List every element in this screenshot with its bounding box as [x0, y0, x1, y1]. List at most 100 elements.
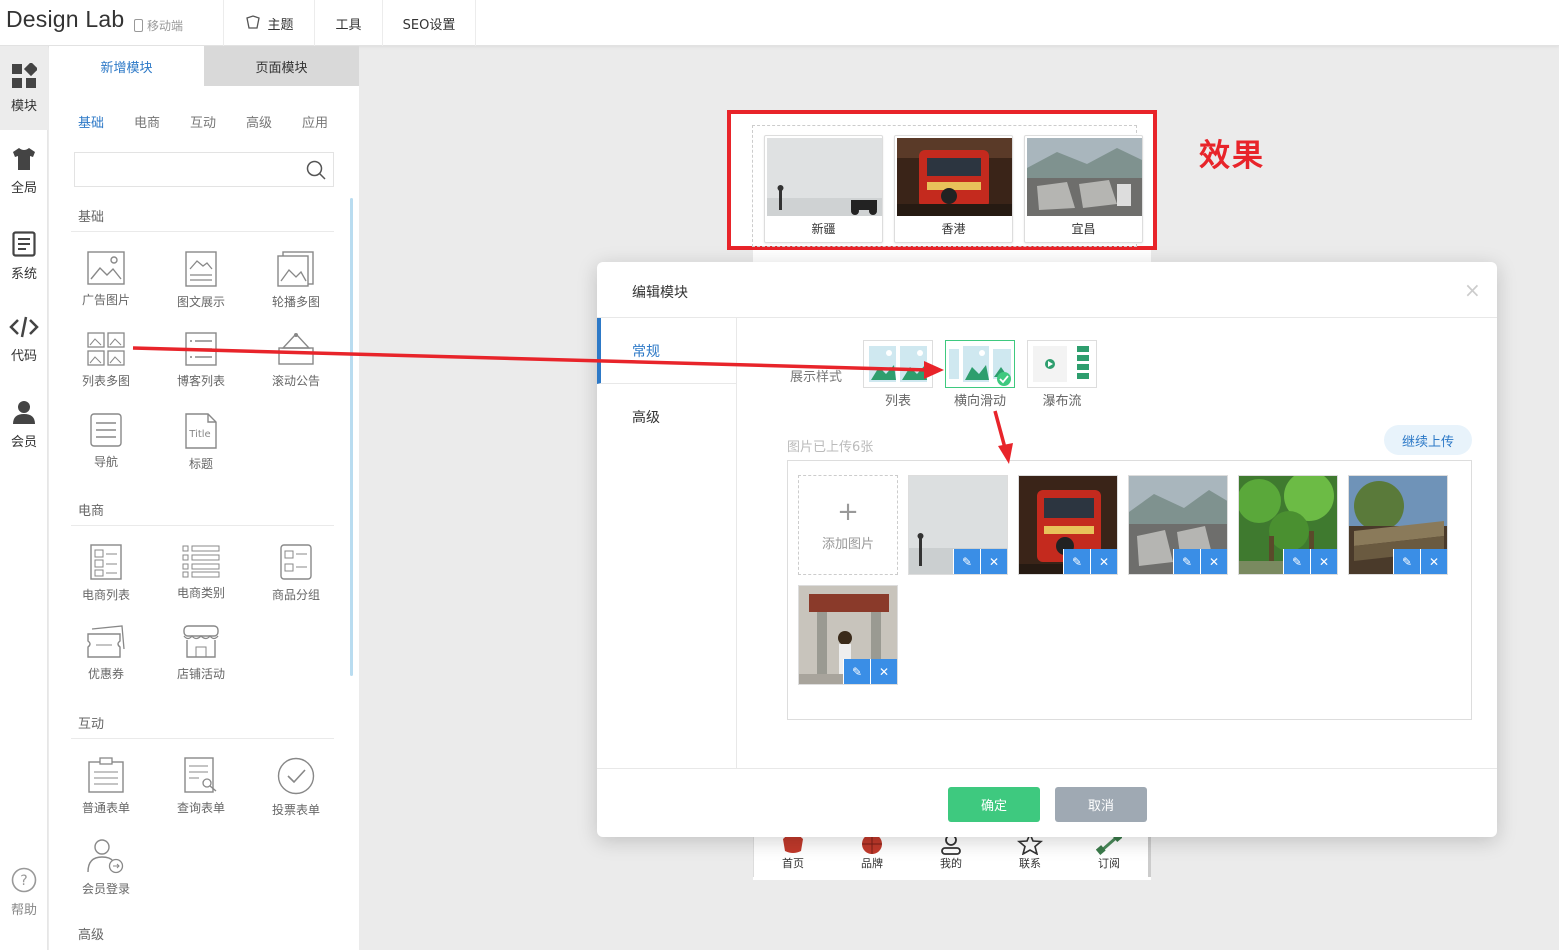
module-text-image[interactable]: 图文展示 [166, 251, 236, 310]
uploaded-image[interactable]: ✎ ✕ [908, 475, 1008, 575]
module-query-form[interactable]: 查询表单 [166, 757, 236, 816]
tab-page-modules[interactable]: 页面模块 [204, 46, 359, 86]
add-image-button[interactable]: + 添加图片 [798, 475, 898, 575]
style-option-list[interactable] [863, 340, 933, 388]
style-option-waterfall[interactable] [1027, 340, 1097, 388]
uploaded-image[interactable]: ✎ ✕ [1238, 475, 1338, 575]
topnav-seo[interactable]: SEO设置 [382, 0, 476, 46]
delete-icon[interactable]: ✕ [1310, 549, 1337, 574]
uploaded-images-gallery: + 添加图片 ✎ ✕ ✎ ✕ ✎ ✕ ✎ ✕ ✎ ✕ ✎ ✕ [787, 460, 1472, 720]
panel-scrollbar[interactable] [350, 198, 353, 676]
rail-item-system[interactable]: 系统 [0, 214, 48, 298]
module-vote-form[interactable]: 投票表单 [261, 757, 331, 818]
module-label: 广告图片 [81, 293, 130, 307]
theme-icon [246, 15, 261, 29]
edit-icon[interactable]: ✎ [1393, 549, 1420, 574]
tab-new-modules[interactable]: 新增模块 [49, 46, 204, 86]
phone-nav-label: 我的 [940, 857, 962, 870]
rail-item-code[interactable]: 代码 [0, 298, 48, 382]
rail-label: 系统 [10, 267, 37, 282]
module-blog-list[interactable]: 博客列表 [166, 332, 236, 389]
phone-nav-brand[interactable]: 品牌 [842, 833, 902, 871]
module-label: 会员登录 [81, 882, 130, 896]
tab-advanced[interactable]: 高级 [597, 384, 737, 450]
category-ecommerce[interactable]: 电商 [134, 112, 160, 131]
phone-nav-mine[interactable]: 我的 [921, 833, 981, 871]
style-label: 列表 [884, 394, 911, 409]
phone-nav-contact[interactable]: 联系 [1000, 833, 1060, 871]
module-title[interactable]: Title 标题 [166, 413, 236, 472]
delete-icon[interactable]: ✕ [980, 549, 1007, 574]
preview-image-hongkong [897, 138, 1012, 216]
search-icon[interactable] [306, 160, 326, 180]
uploaded-image[interactable]: ✎ ✕ [1018, 475, 1118, 575]
edit-icon[interactable]: ✎ [843, 659, 870, 684]
section-title-ecommerce: 电商 [78, 504, 105, 519]
category-interactive[interactable]: 互动 [190, 112, 216, 131]
module-list-images[interactable]: 列表多图 [71, 332, 141, 389]
cancel-button[interactable]: 取消 [1055, 787, 1147, 822]
preview-card[interactable]: 香港 [894, 135, 1013, 243]
rail-item-members[interactable]: 会员 [0, 382, 48, 466]
delete-icon[interactable]: ✕ [870, 659, 897, 684]
mobile-label: 移动端 [147, 19, 184, 33]
divider [71, 231, 334, 232]
preview-card[interactable]: 宜昌 [1024, 135, 1143, 243]
uploaded-image[interactable]: ✎ ✕ [1348, 475, 1448, 575]
module-label: 电商列表 [81, 588, 130, 602]
close-icon[interactable]: × [1464, 278, 1481, 302]
image-actions: ✎ ✕ [1283, 549, 1337, 574]
module-label: 标题 [188, 457, 213, 471]
module-ad-image[interactable]: 广告图片 [71, 251, 141, 308]
category-apps[interactable]: 应用 [302, 112, 328, 131]
uploaded-image[interactable]: ✎ ✕ [798, 585, 898, 685]
phone-nav-home[interactable]: 首页 [763, 833, 823, 871]
tab-general[interactable]: 常规 [597, 318, 737, 384]
module-label: 博客列表 [176, 374, 225, 388]
mobile-view-toggle[interactable]: 移动端 [134, 17, 183, 34]
rail-label: 全局 [10, 181, 37, 196]
category-advanced[interactable]: 高级 [246, 112, 272, 131]
navigation-icon [90, 413, 122, 447]
module-store-activity[interactable]: 店铺活动 [166, 625, 236, 682]
preview-image-xinjiang [767, 138, 882, 216]
rail-item-modules[interactable]: 模块 [0, 46, 48, 130]
list-style-icon [869, 346, 927, 382]
continue-upload-button[interactable]: 继续上传 [1384, 425, 1472, 455]
uploaded-image[interactable]: ✎ ✕ [1128, 475, 1228, 575]
category-basic[interactable]: 基础 [78, 112, 104, 131]
module-search-input[interactable] [74, 152, 334, 187]
topnav-tools-label: 工具 [335, 17, 362, 33]
phone-nav-subscribe[interactable]: 订阅 [1079, 833, 1139, 871]
edit-icon[interactable]: ✎ [1283, 549, 1310, 574]
module-member-login[interactable]: 会员登录 [71, 838, 141, 897]
rail-label: 模块 [10, 99, 37, 114]
module-navigation[interactable]: 导航 [71, 413, 141, 470]
delete-icon[interactable]: ✕ [1200, 549, 1227, 574]
delete-icon[interactable]: ✕ [1090, 549, 1117, 574]
edit-icon[interactable]: ✎ [953, 549, 980, 574]
module-normal-form[interactable]: 普通表单 [71, 757, 141, 816]
module-scroll-notice[interactable]: 滚动公告 [261, 332, 331, 389]
edit-icon[interactable]: ✎ [1173, 549, 1200, 574]
module-label: 优惠券 [87, 667, 124, 681]
module-coupon[interactable]: 优惠券 [71, 625, 141, 682]
module-ecommerce-category[interactable]: 电商类别 [166, 544, 236, 601]
phone-icon [134, 19, 143, 32]
topnav-theme[interactable]: 主题 [223, 0, 314, 46]
delete-icon[interactable]: ✕ [1420, 549, 1447, 574]
display-style-label: 展示样式 [790, 370, 843, 385]
svg-text:?: ? [20, 873, 27, 889]
rail-item-help[interactable]: ? 帮助 [0, 850, 48, 934]
style-option-horizontal-scroll[interactable] [945, 340, 1015, 388]
style-label: 瀑布流 [1042, 394, 1082, 409]
module-ecommerce-list[interactable]: 电商列表 [71, 544, 141, 603]
module-carousel[interactable]: 轮播多图 [261, 251, 331, 310]
edit-icon[interactable]: ✎ [1063, 549, 1090, 574]
confirm-button[interactable]: 确定 [948, 787, 1040, 822]
module-product-group[interactable]: 商品分组 [261, 544, 331, 603]
preview-card[interactable]: 新疆 [764, 135, 883, 243]
rail-item-global[interactable]: 全局 [0, 130, 48, 214]
edit-module-dialog: 编辑模块 × 常规 高级 展示样式 列表 横向滑动 瀑布流 图片已上传6张 继续… [597, 262, 1497, 837]
topnav-tools[interactable]: 工具 [314, 0, 382, 46]
